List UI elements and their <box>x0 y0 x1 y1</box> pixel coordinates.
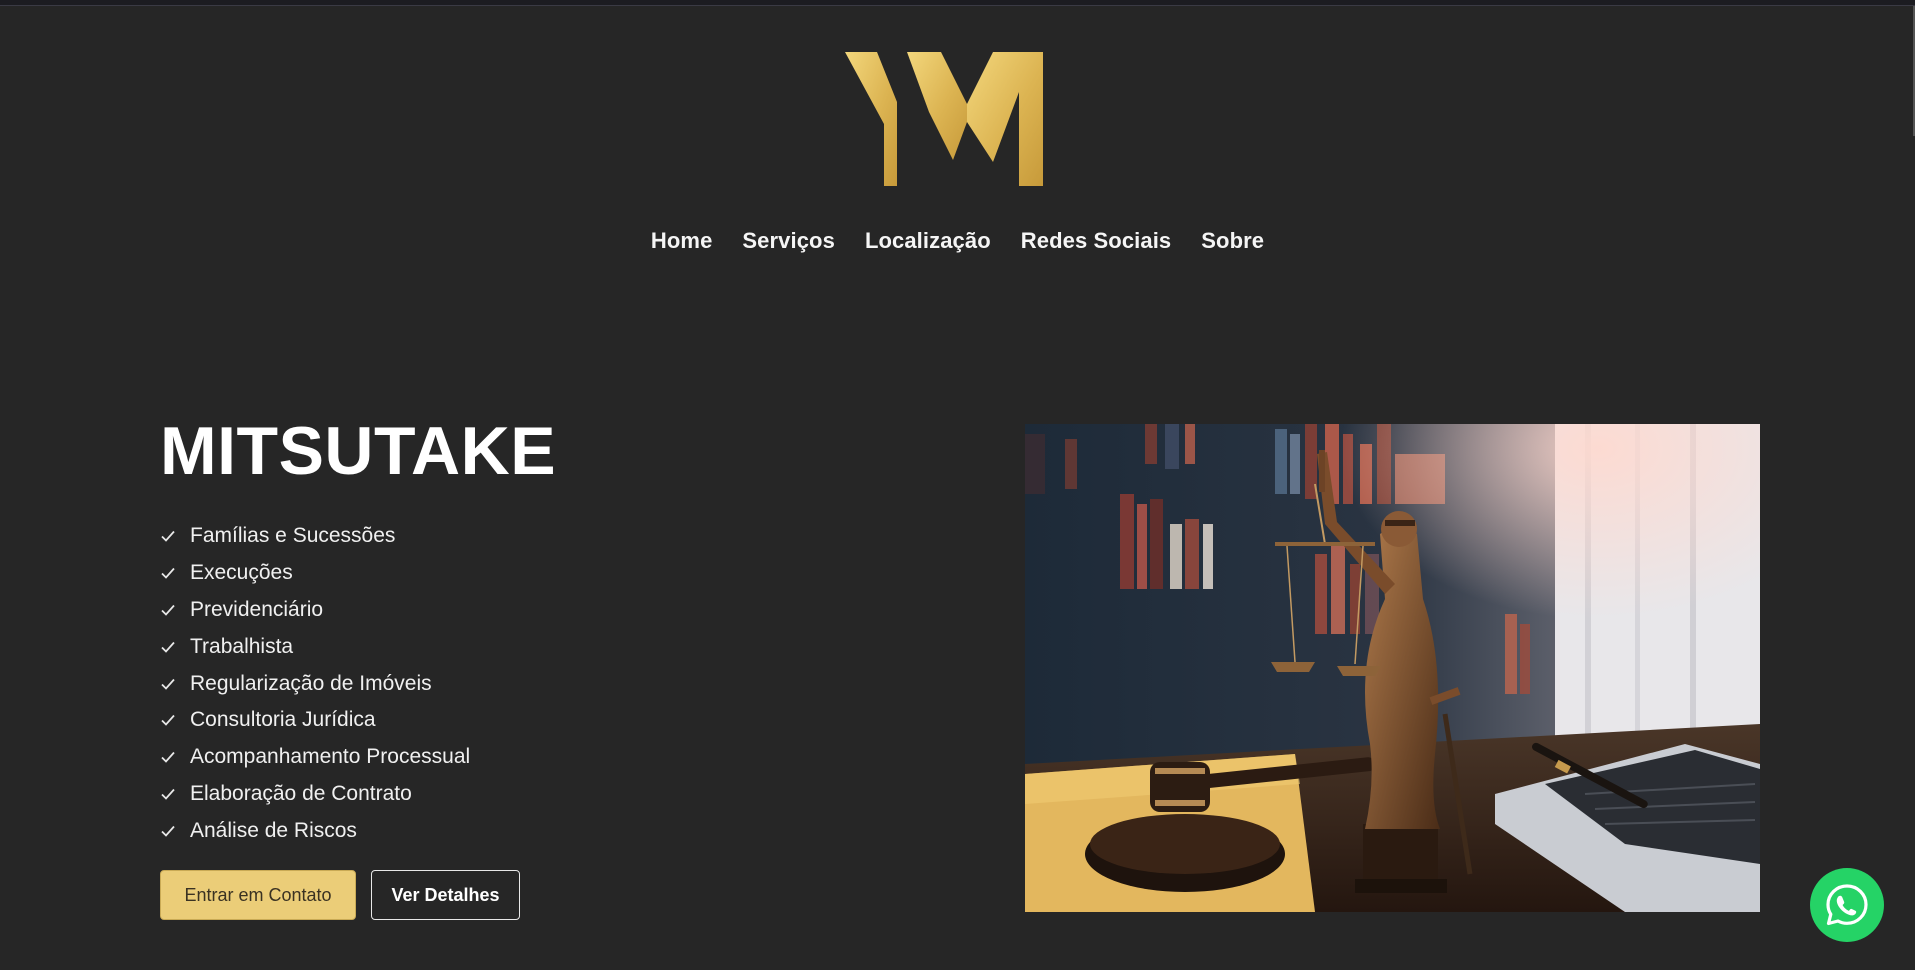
list-item: Análise de Riscos <box>160 812 470 849</box>
nav-sobre[interactable]: Sobre <box>1201 228 1264 254</box>
list-item: Famílias e Sucessões <box>160 518 470 555</box>
list-item: Acompanhamento Processual <box>160 739 470 776</box>
nav-servicos[interactable]: Serviços <box>742 228 835 254</box>
service-label: Famílias e Sucessões <box>190 524 396 548</box>
list-item: Previdenciário <box>160 592 470 629</box>
check-icon <box>161 641 175 653</box>
check-icon <box>161 715 175 727</box>
service-label: Elaboração de Contrato <box>190 781 412 805</box>
nav-redes-sociais[interactable]: Redes Sociais <box>1021 228 1172 254</box>
whatsapp-icon <box>1826 884 1868 926</box>
nav-localizacao[interactable]: Localização <box>865 228 991 254</box>
ym-logo-icon[interactable] <box>845 52 1043 186</box>
hero-title: MITSUTAKE <box>160 413 557 489</box>
service-label: Análise de Riscos <box>190 818 357 842</box>
service-label: Execuções <box>190 561 293 585</box>
list-item: Execuções <box>160 555 470 592</box>
list-item: Regularização de Imóveis <box>160 665 470 702</box>
service-label: Regularização de Imóveis <box>190 671 432 695</box>
service-label: Previdenciário <box>190 597 324 621</box>
check-icon <box>161 788 175 800</box>
nav-home[interactable]: Home <box>651 228 713 254</box>
main-nav: Home Serviços Localização Redes Sociais … <box>0 228 1915 254</box>
check-icon <box>161 531 175 543</box>
details-button[interactable]: Ver Detalhes <box>371 870 520 920</box>
check-icon <box>161 825 175 837</box>
services-list: Famílias e Sucessões Execuções Previdenc… <box>160 518 470 849</box>
service-label: Consultoria Jurídica <box>190 708 376 732</box>
browser-top-edge <box>0 0 1915 6</box>
check-icon <box>161 678 175 690</box>
contact-button[interactable]: Entrar em Contato <box>160 870 356 920</box>
list-item: Consultoria Jurídica <box>160 702 470 739</box>
check-icon <box>161 752 175 763</box>
list-item: Trabalhista <box>160 628 470 665</box>
service-label: Trabalhista <box>190 634 294 658</box>
check-icon <box>161 568 175 579</box>
whatsapp-button[interactable] <box>1810 868 1884 942</box>
list-item: Elaboração de Contrato <box>160 776 470 813</box>
service-label: Acompanhamento Processual <box>190 745 471 769</box>
lady-justice-image <box>1025 424 1760 912</box>
check-icon <box>161 604 175 616</box>
